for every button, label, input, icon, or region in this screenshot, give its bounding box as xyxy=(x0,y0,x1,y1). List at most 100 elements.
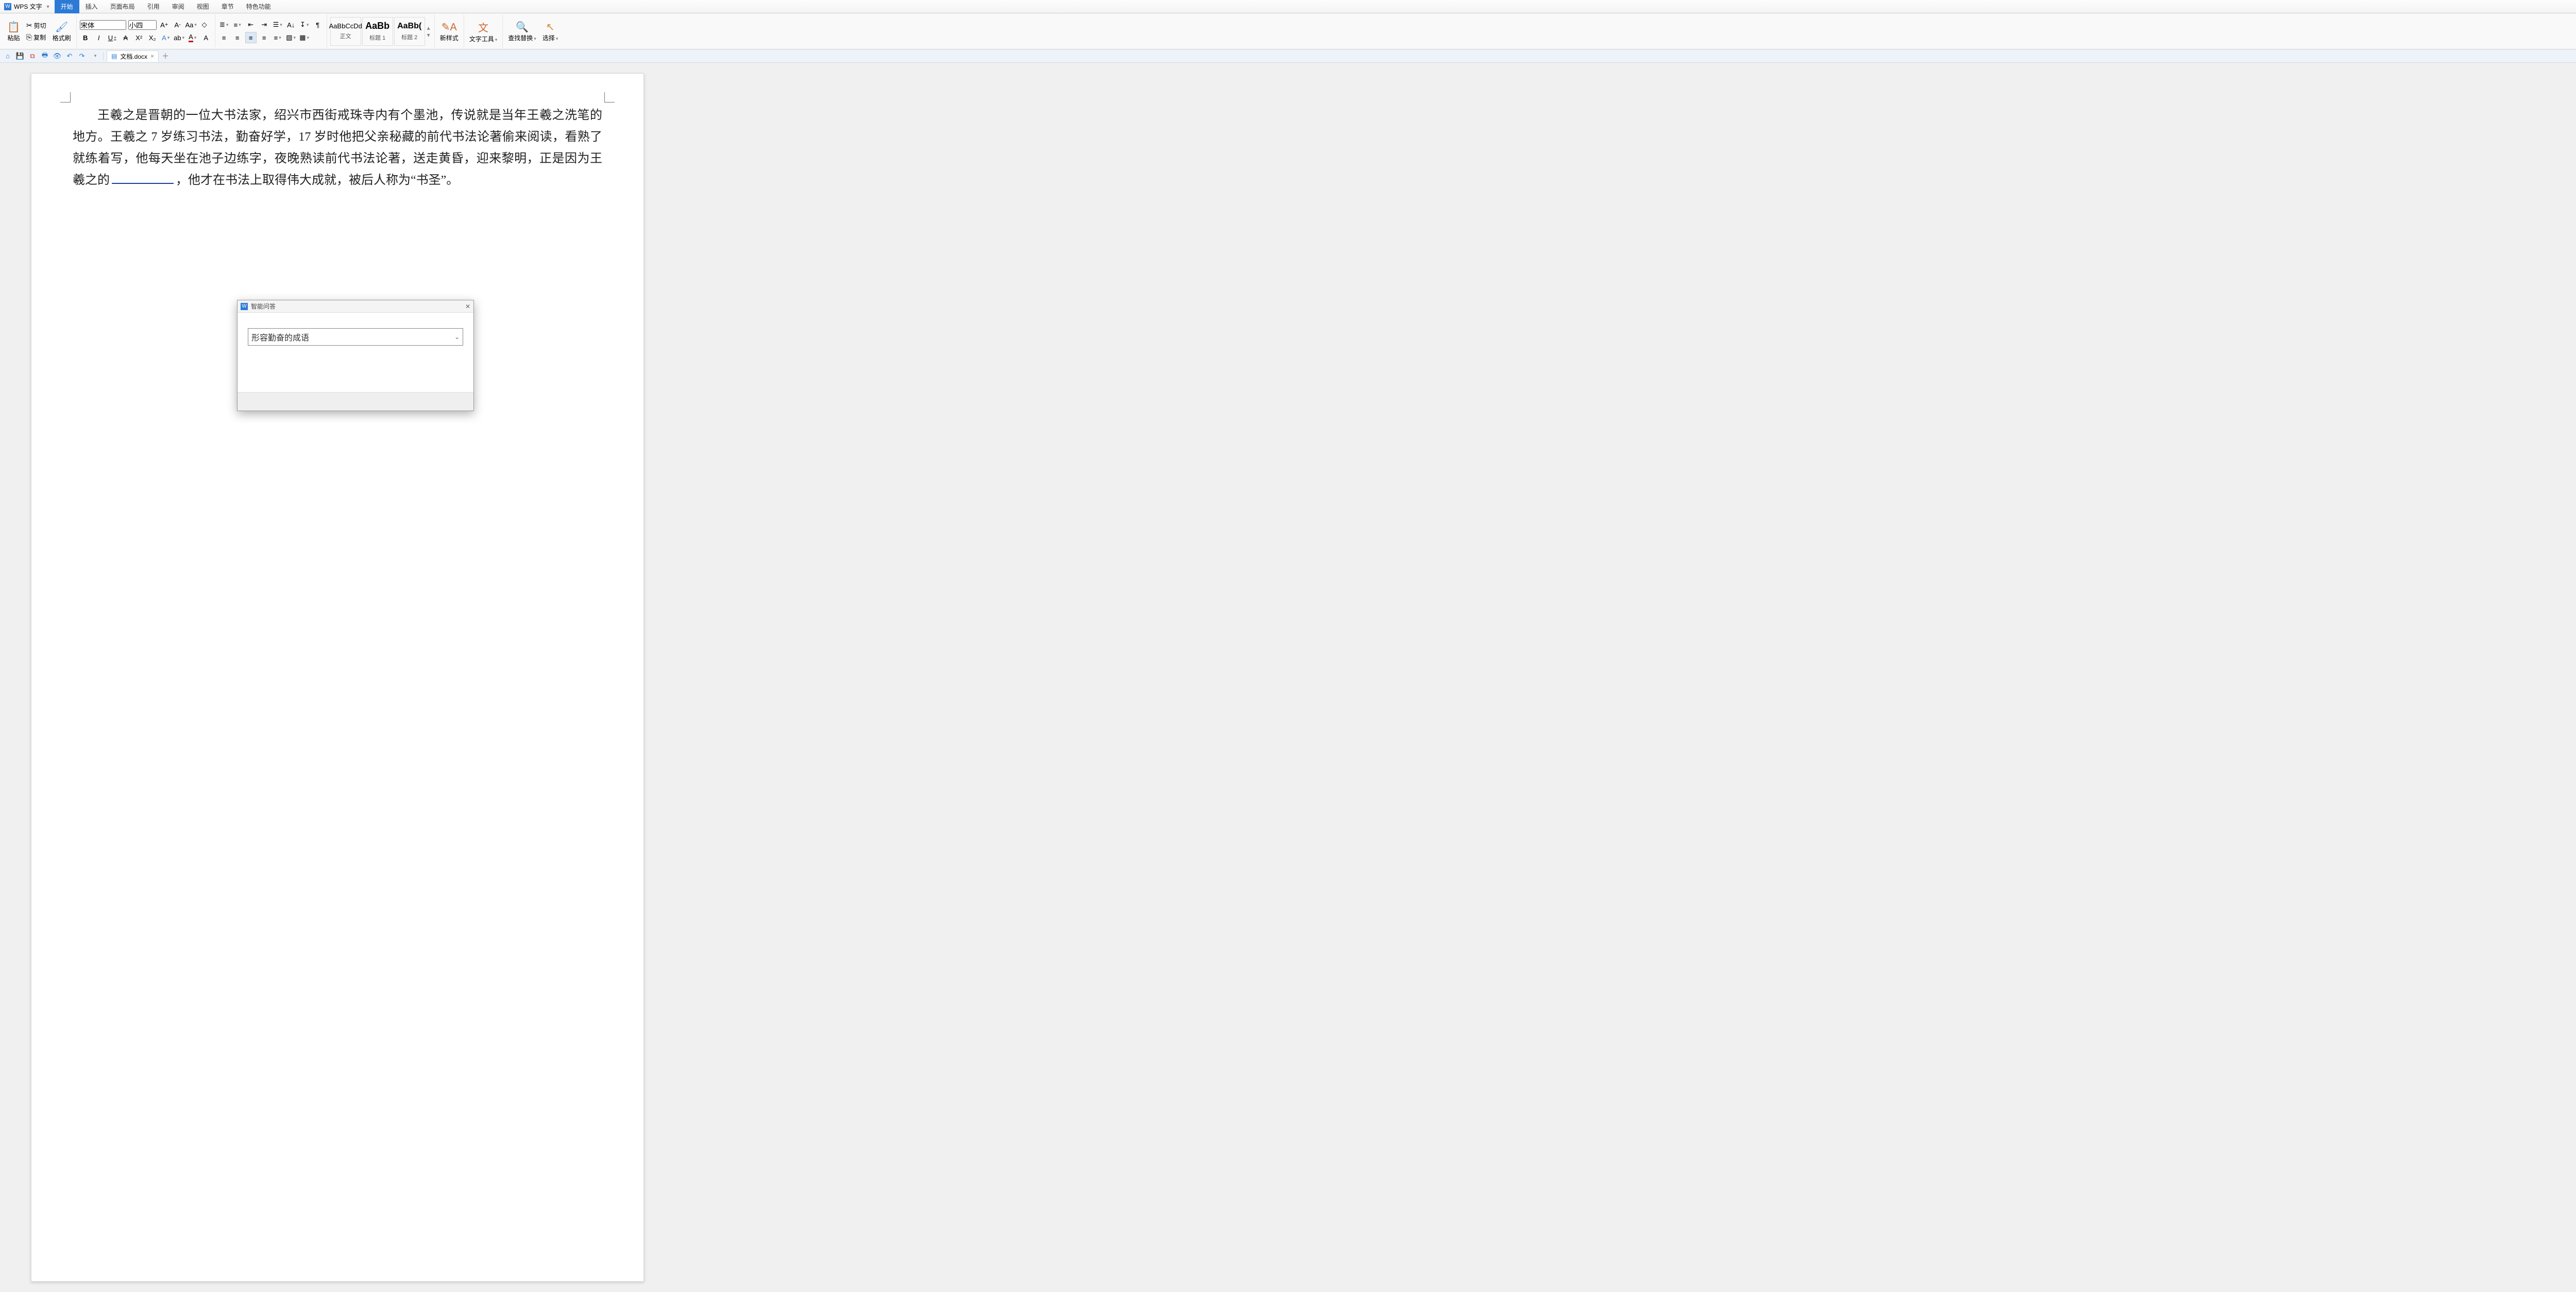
qat-separator xyxy=(103,52,104,60)
find-replace-label: 查找替换▾ xyxy=(508,33,536,42)
styles-gallery: AaBbCcDd 正文 AaBb 标题 1 AaBb( 标题 2 ▴ ▾ xyxy=(330,17,431,46)
app-menu-dropdown-icon[interactable]: ▼ xyxy=(46,4,50,9)
line-spacing-button[interactable]: ↧▾ xyxy=(299,19,310,30)
font-color-button[interactable]: A▾ xyxy=(187,32,198,43)
find-replace-icon: 🔍 xyxy=(516,21,529,33)
blank-underline xyxy=(112,183,174,184)
page-corner-tl xyxy=(60,92,71,103)
ribbon-group-newstyle: ✎A 新样式 xyxy=(435,14,464,48)
style-item-h2[interactable]: AaBb( 标题 2 xyxy=(394,17,425,46)
document-paragraph[interactable]: 王羲之是晋朝的一位大书法家，绍兴市西街戒珠寺内有个墨池，传说就是当年王羲之洗笔的… xyxy=(73,105,602,191)
clear-format-button[interactable]: ◇ xyxy=(199,19,210,30)
qat-home-icon[interactable]: ⌂ xyxy=(3,52,12,61)
align-center-button[interactable]: ≡ xyxy=(232,32,243,43)
app-logo: W WPS 文字 ▼ xyxy=(0,2,55,11)
font-size-select[interactable] xyxy=(128,20,157,30)
qat-save-icon[interactable]: 💾 xyxy=(15,52,25,61)
title-bar: W WPS 文字 ▼ 开始 插入 页面布局 引用 审阅 视图 章节 特色功能 未… xyxy=(0,0,2576,13)
dialog-query-input[interactable] xyxy=(251,332,454,342)
grow-font-button[interactable]: A+ xyxy=(159,19,170,30)
menu-tab-insert[interactable]: 插入 xyxy=(79,0,104,13)
align-right-button[interactable]: ≡ xyxy=(245,32,257,43)
italic-button[interactable]: I xyxy=(93,32,105,43)
underline-button[interactable]: U▾ xyxy=(107,32,118,43)
sort-button[interactable]: A↓ xyxy=(285,19,297,30)
app-name: WPS 文字 xyxy=(14,2,42,11)
menu-tab-label: 审阅 xyxy=(172,2,184,11)
increase-indent-button[interactable]: ⇥ xyxy=(259,19,270,30)
menu-tab-label: 页面布局 xyxy=(110,2,135,11)
document-tab-label: 文档.docx xyxy=(120,52,147,61)
new-style-label: 新样式 xyxy=(440,33,459,42)
menu-tab-sections[interactable]: 章节 xyxy=(215,0,240,13)
text-tools-button[interactable]: 文 文字工具▾ xyxy=(467,19,500,44)
new-style-button[interactable]: ✎A 新样式 xyxy=(438,20,461,43)
ribbon-group-editing: 🔍 查找替换▾ ↖ 选择▾ xyxy=(503,14,563,48)
select-label: 选择▾ xyxy=(543,33,558,42)
menu-tabs: 开始 插入 页面布局 引用 审阅 视图 章节 特色功能 xyxy=(55,0,277,13)
menu-tab-review[interactable]: 审阅 xyxy=(166,0,191,13)
font-effect-button[interactable]: A▾ xyxy=(160,32,172,43)
dialog-footer xyxy=(238,392,473,411)
page-container: 王羲之是晋朝的一位大书法家，绍兴市西街戒珠寺内有个墨池，传说就是当年王羲之洗笔的… xyxy=(0,63,2576,1292)
dialog-header[interactable]: W 智能问答 ✕ xyxy=(238,300,473,313)
qat-undo-icon[interactable]: ↶ xyxy=(65,52,74,61)
copy-label: 复制 xyxy=(33,33,46,42)
qat-pdf-icon[interactable]: ⧉ xyxy=(28,52,37,61)
menu-tab-special[interactable]: 特色功能 xyxy=(240,0,277,13)
style-item-body[interactable]: AaBbCcDd 正文 xyxy=(330,17,361,46)
menu-tab-label: 视图 xyxy=(197,2,209,11)
change-case-button[interactable]: Aa▾ xyxy=(185,19,197,30)
find-replace-button[interactable]: 🔍 查找替换▾ xyxy=(506,20,538,43)
align-justify-button[interactable]: ≡ xyxy=(259,32,270,43)
document-tab[interactable]: ▤ 文档.docx × xyxy=(107,50,159,62)
menu-tab-references[interactable]: 引用 xyxy=(141,0,166,13)
qat-redo-icon[interactable]: ↷ xyxy=(77,52,87,61)
highlight-button[interactable]: ab▾ xyxy=(174,32,185,43)
dialog-close-icon[interactable]: ✕ xyxy=(465,303,470,310)
qat-preview-icon[interactable]: 👁 xyxy=(53,52,62,61)
font-name-select[interactable] xyxy=(80,20,126,30)
superscript-button[interactable]: X² xyxy=(133,32,145,43)
strike-button[interactable]: A xyxy=(120,32,131,43)
dialog-dropdown-icon[interactable]: ⌄ xyxy=(454,333,460,341)
shading-button[interactable]: ▧▾ xyxy=(285,32,297,43)
styles-scroll-up-icon[interactable]: ▴ xyxy=(427,24,430,31)
quick-access-row: ⌂ 💾 ⧉ 🖶 👁 ↶ ↷ ▾ ▤ 文档.docx × ＋ ▣ ▦ ▤ xyxy=(0,49,2576,63)
borders-button[interactable]: ▦▾ xyxy=(299,32,310,43)
doc-icon: ▤ xyxy=(111,53,117,60)
menu-tab-start[interactable]: 开始 xyxy=(55,0,79,13)
copy-button[interactable]: ⎘复制 xyxy=(24,32,48,43)
qat-print-icon[interactable]: 🖶 xyxy=(40,52,49,61)
char-border-button[interactable]: A xyxy=(200,32,212,43)
text-tools-icon: 文 xyxy=(478,20,488,35)
bullets-button[interactable]: ≣▾ xyxy=(218,19,230,30)
style-label: 标题 2 xyxy=(401,33,417,41)
paste-button[interactable]: 📋 粘贴 xyxy=(5,20,22,43)
style-label: 标题 1 xyxy=(369,33,385,42)
cut-button[interactable]: ✂剪切 xyxy=(24,20,48,31)
menu-tab-page-layout[interactable]: 页面布局 xyxy=(104,0,141,13)
shrink-font-button[interactable]: A- xyxy=(172,19,183,30)
style-preview: AaBbCcDd xyxy=(329,22,362,30)
subscript-button[interactable]: X₂ xyxy=(147,32,158,43)
style-item-h1[interactable]: AaBb 标题 1 xyxy=(362,17,393,46)
add-tab-button[interactable]: ＋ xyxy=(162,51,169,61)
document-text-post: ，他才在书法上取得伟大成就，被后人称为“书圣”。 xyxy=(176,174,459,187)
decrease-indent-button[interactable]: ⇤ xyxy=(245,19,257,30)
align-left-button[interactable]: ≡ xyxy=(218,32,230,43)
show-marks-button[interactable]: ¶ xyxy=(312,19,324,30)
styles-scroll-down-icon[interactable]: ▾ xyxy=(427,31,430,39)
qat-more-icon[interactable]: ▾ xyxy=(91,52,100,61)
format-painter-button[interactable]: 🖌 格式刷 xyxy=(50,20,73,43)
document-page[interactable]: 王羲之是晋朝的一位大书法家，绍兴市西街戒珠寺内有个墨池，传说就是当年王羲之洗笔的… xyxy=(31,73,644,1282)
menu-tab-label: 特色功能 xyxy=(246,2,271,11)
document-tab-close-icon[interactable]: × xyxy=(150,53,154,60)
numbering-button[interactable]: ≡▾ xyxy=(232,19,243,30)
menu-tab-view[interactable]: 视图 xyxy=(191,0,215,13)
align-distributed-button[interactable]: ≡▾ xyxy=(272,32,283,43)
paste-label: 粘贴 xyxy=(7,33,20,42)
bold-button[interactable]: B xyxy=(80,32,91,43)
select-button[interactable]: ↖ 选择▾ xyxy=(540,20,561,43)
text-direction-button[interactable]: ☰▾ xyxy=(272,19,283,30)
